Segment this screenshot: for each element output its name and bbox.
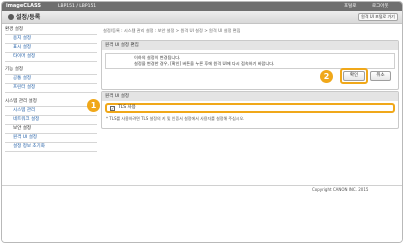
sidebar: 환경 설정 용지 설정 표시 설정 타이머 설정 기능 설정 공통 설정 프린터… (5, 26, 97, 208)
sidebar-section-environment[interactable]: 환경 설정 (5, 26, 23, 34)
breadcrumb: 설정/등록 : 시스템 관리 설정 : 보안 설정 > 원격 UI 설정 > 원… (103, 28, 241, 33)
sidebar-item-common[interactable]: 공통 설정 (13, 75, 31, 83)
ok-button[interactable]: 확인 (343, 71, 365, 81)
callout-2: 2 (320, 70, 333, 83)
edit-panel-title: 원격 UI 설정 편집 (105, 43, 139, 48)
tls-label: TLS 사용 (118, 105, 136, 110)
browser-frame: imageCLASS LBP151 / LBP151 포털로 로그아웃 설정/등… (1, 1, 403, 243)
sidebar-item-network[interactable]: 네트워크 설정 (13, 116, 39, 124)
top-header: imageCLASS LBP151 / LBP151 포털로 로그아웃 (2, 2, 402, 11)
sidebar-item-timer[interactable]: 타이머 설정 (13, 53, 35, 61)
callout-1: 1 (87, 99, 100, 112)
sidebar-divider (5, 92, 97, 93)
sidebar-item-paper[interactable]: 용지 설정 (13, 35, 31, 43)
portal-button[interactable]: 원격 UI 포털로 가기 (358, 13, 398, 21)
tls-option-row: ✓ TLS 사용 (105, 103, 395, 113)
sidebar-divider (5, 151, 97, 152)
tls-checkbox[interactable]: ✓ (110, 106, 115, 111)
sidebar-item-security[interactable]: 보안 설정 (13, 125, 31, 133)
sidebar-item-system-management[interactable]: 시스템 관리 (13, 107, 35, 115)
sidebar-item-display[interactable]: 표시 설정 (13, 44, 31, 52)
confirmation-message: 이하의 설정이 변경됩니다. 설정을 변경한 경우, [확인] 버튼을 누른 후… (105, 53, 395, 69)
sidebar-item-reset[interactable]: 설정 정보 초기화 (13, 143, 45, 151)
remote-ui-panel-title: 원격 UI 설정 (105, 94, 130, 99)
portal-link[interactable]: 포털로 (344, 2, 356, 11)
logout-link[interactable]: 로그아웃 (372, 2, 389, 11)
remote-ui-panel: 원격 UI 설정 ✓ TLS 사용 * TLS를 사용하려면 TLS 설정의 키… (101, 91, 399, 129)
brand-logo: imageCLASS (6, 3, 41, 9)
edit-panel-header: 원격 UI 설정 편집 (102, 41, 398, 50)
title-bar: 설정/등록 원격 UI 포털로 가기 (2, 11, 402, 24)
blank-area (2, 194, 402, 242)
page-title: 설정/등록 (16, 14, 41, 21)
tls-note: * TLS를 사용하려면 TLS 설정의 키 및 인증서 설정에서 사용자를 설… (106, 116, 245, 121)
remote-ui-panel-header: 원격 UI 설정 (102, 92, 398, 101)
sidebar-item-remote-ui[interactable]: 원격 UI 설정 (13, 134, 37, 142)
settings-icon (8, 14, 14, 20)
copyright: Copyright CANON INC. 2015 (312, 187, 369, 192)
sidebar-section-function[interactable]: 기능 설정 (5, 66, 23, 74)
sidebar-divider (5, 61, 97, 62)
sidebar-item-printer[interactable]: 프린터 설정 (13, 84, 35, 92)
model-name: LBP151 / LBP151 (58, 4, 97, 9)
cancel-button[interactable]: 취소 (370, 71, 391, 81)
sidebar-section-system[interactable]: 시스템 관리 설정 (5, 98, 37, 106)
message-line: 설정을 변경한 경우, [확인] 버튼을 누른 후에 원격 UI에 다시 접속하… (134, 61, 275, 66)
